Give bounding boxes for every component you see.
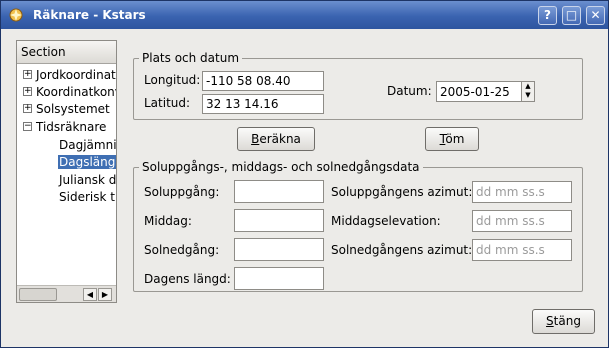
- noon-field[interactable]: [234, 209, 324, 232]
- daylength-field[interactable]: [234, 267, 324, 290]
- latitude-label: Latitud:: [144, 96, 191, 110]
- expand-icon[interactable]: +: [23, 87, 32, 96]
- horizontal-scrollbar[interactable]: ◀ ▶: [17, 285, 116, 302]
- sunrise-azimuth-field[interactable]: [472, 181, 572, 203]
- title-bar[interactable]: Räknare - Kstars ? □ ✕: [1, 1, 608, 29]
- longitude-label: Longitud:: [144, 73, 201, 87]
- section-header[interactable]: Section: [17, 41, 116, 64]
- sunrise-label: Soluppgång:: [144, 185, 220, 199]
- noon-label: Middag:: [144, 214, 192, 228]
- scrollbar-thumb[interactable]: [19, 288, 57, 301]
- noon-elevation-field[interactable]: [472, 210, 572, 232]
- sunset-label: Solnedgång:: [144, 243, 220, 257]
- close-window-button[interactable]: ✕: [586, 6, 605, 25]
- sunrise-azimuth-label: Soluppgångens azimut:: [331, 185, 473, 199]
- location-legend: Plats och datum: [139, 51, 243, 65]
- collapse-icon[interactable]: −: [23, 122, 32, 131]
- date-spinner[interactable]: ▲ ▼: [521, 81, 535, 102]
- date-input[interactable]: [436, 81, 522, 102]
- sunrise-field[interactable]: [234, 180, 324, 203]
- longitude-input[interactable]: [202, 71, 324, 91]
- sunset-field[interactable]: [234, 238, 324, 261]
- maximize-button[interactable]: □: [562, 6, 581, 25]
- tree-item-dagjamningar[interactable]: Dagjämningar: [59, 137, 116, 154]
- window-title: Räknare - Kstars: [33, 8, 146, 22]
- scroll-left-icon[interactable]: ◀: [83, 288, 97, 301]
- expand-icon[interactable]: +: [23, 70, 32, 79]
- spin-up-icon[interactable]: ▲: [522, 82, 534, 91]
- tree-item-dagslangd[interactable]: Dagslängd: [58, 154, 116, 171]
- tree-item-jordkoordinater[interactable]: +Jordkoordinater: [23, 67, 116, 84]
- daylength-label: Dagens längd:: [144, 272, 231, 286]
- scroll-right-icon[interactable]: ▶: [98, 288, 112, 301]
- clear-button[interactable]: Töm: [425, 127, 479, 151]
- tree-item-solsystemet[interactable]: + Solsystemet: [23, 101, 110, 118]
- sunset-azimuth-label: Solnedgångens azimut:: [331, 243, 473, 257]
- tree-item-tidsraknare[interactable]: − Tidsräknare: [23, 119, 106, 136]
- tree-item-juliansk-datum[interactable]: Juliansk datum: [59, 172, 116, 189]
- latitude-input[interactable]: [202, 94, 324, 114]
- help-button[interactable]: ?: [538, 6, 557, 25]
- expand-icon[interactable]: +: [23, 104, 32, 113]
- close-button[interactable]: Stäng: [532, 309, 595, 334]
- date-label: Datum:: [387, 84, 432, 98]
- noon-elevation-label: Middagselevation:: [331, 214, 441, 228]
- sunset-azimuth-field[interactable]: [472, 239, 572, 261]
- kstars-app-icon: [9, 8, 23, 22]
- tree-item-siderisk-tid[interactable]: Siderisk tid: [59, 189, 116, 206]
- compute-button[interactable]: Beräkna: [237, 127, 315, 151]
- results-legend: Soluppgångs-, middags- och solnedgångsda…: [139, 160, 423, 174]
- section-tree[interactable]: Section +Jordkoordinater +Koordinatkonv …: [16, 40, 117, 303]
- tree-item-koordinatkonv[interactable]: + Koordinatkonv: [23, 84, 116, 101]
- spin-down-icon[interactable]: ▼: [522, 91, 534, 100]
- calculator-window: Räknare - Kstars ? □ ✕ Section + Jordkoor…: [0, 0, 609, 348]
